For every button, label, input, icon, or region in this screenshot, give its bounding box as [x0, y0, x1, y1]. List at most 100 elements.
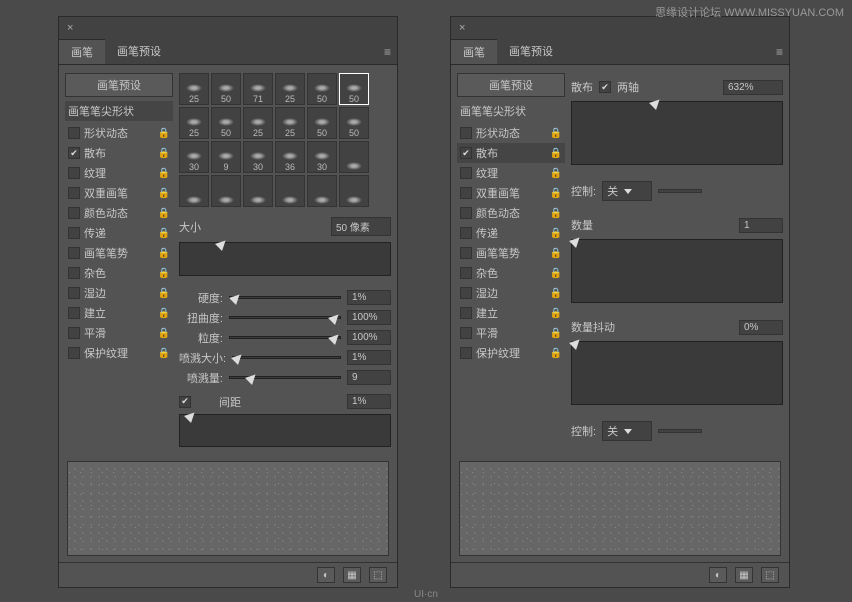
slider[interactable] — [229, 336, 341, 339]
lock-icon[interactable]: 🔒 — [550, 268, 562, 279]
checkbox[interactable] — [460, 247, 472, 259]
checkbox[interactable] — [68, 147, 80, 159]
brush-thumb[interactable]: 25 — [179, 107, 209, 139]
brush-thumb[interactable]: 25 — [243, 107, 273, 139]
checkbox[interactable] — [460, 267, 472, 279]
checkbox[interactable] — [68, 307, 80, 319]
checkbox[interactable] — [460, 127, 472, 139]
lock-icon[interactable]: 🔒 — [158, 268, 170, 279]
sidebar-item[interactable]: 湿边🔒 — [457, 283, 565, 303]
lock-icon[interactable]: 🔒 — [158, 168, 170, 179]
sidebar-item[interactable]: 保护纹理🔒 — [457, 343, 565, 363]
toggle-icon[interactable]: ◐ — [709, 567, 727, 583]
brush-thumb[interactable]: 30 — [179, 141, 209, 173]
lock-icon[interactable]: 🔒 — [550, 328, 562, 339]
lock-icon[interactable]: 🔒 — [158, 228, 170, 239]
size-slider[interactable] — [179, 242, 391, 276]
tab-presets[interactable]: 画笔预设 — [105, 39, 173, 64]
slider-value[interactable]: 1% — [347, 350, 391, 365]
sidebar-item[interactable]: 杂色🔒 — [457, 263, 565, 283]
checkbox[interactable] — [460, 307, 472, 319]
brush-thumb[interactable]: 36 — [275, 141, 305, 173]
checkbox[interactable] — [460, 227, 472, 239]
sidebar-tip-shape[interactable]: 画笔笔尖形状 — [65, 101, 173, 121]
brush-thumb[interactable]: 50 — [307, 73, 337, 105]
sidebar-item[interactable]: 湿边🔒 — [65, 283, 173, 303]
brush-thumb[interactable]: 50 — [339, 73, 369, 105]
checkbox[interactable] — [460, 327, 472, 339]
slider-value[interactable]: 100% — [347, 310, 391, 325]
checkbox[interactable] — [68, 227, 80, 239]
size-value[interactable]: 50 像素 — [331, 217, 391, 236]
sidebar-item[interactable]: 平滑🔒 — [65, 323, 173, 343]
sidebar-item[interactable]: 双重画笔🔒 — [65, 183, 173, 203]
brush-thumb[interactable] — [307, 175, 337, 207]
brush-thumb[interactable]: 30 — [307, 141, 337, 173]
brush-thumb[interactable] — [243, 175, 273, 207]
lock-icon[interactable]: 🔒 — [550, 208, 562, 219]
lock-icon[interactable]: 🔒 — [550, 148, 562, 159]
sidebar-item[interactable]: 纹理🔒 — [457, 163, 565, 183]
sidebar-item[interactable]: 形状动态🔒 — [457, 123, 565, 143]
checkbox[interactable] — [68, 127, 80, 139]
lock-icon[interactable]: 🔒 — [158, 348, 170, 359]
lock-icon[interactable]: 🔒 — [550, 188, 562, 199]
lock-icon[interactable]: 🔒 — [550, 288, 562, 299]
brush-thumb[interactable]: 25 — [275, 107, 305, 139]
lock-icon[interactable]: 🔒 — [550, 308, 562, 319]
sidebar-item[interactable]: 画笔笔势🔒 — [65, 243, 173, 263]
spacing-value[interactable]: 1% — [347, 394, 391, 409]
lock-icon[interactable]: 🔒 — [550, 228, 562, 239]
brush-thumb[interactable] — [339, 141, 369, 173]
brush-thumb[interactable]: 50 — [211, 107, 241, 139]
slider-value[interactable]: 1% — [347, 290, 391, 305]
sidebar-item[interactable]: 散布🔒 — [65, 143, 173, 163]
lock-icon[interactable]: 🔒 — [158, 288, 170, 299]
brush-thumb[interactable]: 25 — [179, 73, 209, 105]
sidebar-item[interactable]: 颜色动态🔒 — [65, 203, 173, 223]
lock-icon[interactable]: 🔒 — [550, 168, 562, 179]
sidebar-item[interactable]: 纹理🔒 — [65, 163, 173, 183]
toggle-icon[interactable]: ◐ — [317, 567, 335, 583]
checkbox[interactable] — [460, 347, 472, 359]
checkbox[interactable] — [68, 287, 80, 299]
spacing-slider[interactable] — [179, 414, 391, 448]
tab-presets[interactable]: 画笔预设 — [497, 39, 565, 64]
close-icon[interactable]: × — [63, 22, 77, 34]
scatter-value[interactable]: 632% — [723, 80, 783, 95]
brush-thumb[interactable]: 50 — [211, 73, 241, 105]
checkbox[interactable] — [460, 287, 472, 299]
checkbox[interactable] — [68, 267, 80, 279]
menu-icon[interactable]: ≡ — [776, 45, 783, 59]
lock-icon[interactable]: 🔒 — [550, 248, 562, 259]
doc-icon[interactable]: ⬚ — [369, 567, 387, 583]
sidebar-item[interactable]: 画笔笔势🔒 — [457, 243, 565, 263]
slider[interactable] — [232, 356, 341, 359]
spacing-check[interactable] — [179, 396, 191, 408]
preset-button[interactable]: 画笔预设 — [65, 73, 173, 97]
brush-thumb[interactable]: 50 — [307, 107, 337, 139]
checkbox[interactable] — [68, 247, 80, 259]
lock-icon[interactable]: 🔒 — [158, 128, 170, 139]
checkbox[interactable] — [68, 207, 80, 219]
sidebar-item[interactable]: 双重画笔🔒 — [457, 183, 565, 203]
sidebar-item[interactable]: 形状动态🔒 — [65, 123, 173, 143]
control-extra-2[interactable] — [658, 429, 702, 433]
control-extra[interactable] — [658, 189, 702, 193]
checkbox[interactable] — [68, 327, 80, 339]
slider-value[interactable]: 100% — [347, 330, 391, 345]
scatter-slider[interactable] — [571, 101, 783, 165]
preset-button[interactable]: 画笔预设 — [457, 73, 565, 97]
tab-brush[interactable]: 画笔 — [59, 39, 105, 64]
lock-icon[interactable]: 🔒 — [158, 308, 170, 319]
checkbox[interactable] — [68, 167, 80, 179]
slider[interactable] — [229, 376, 341, 379]
sidebar-item[interactable]: 保护纹理🔒 — [65, 343, 173, 363]
brush-thumb[interactable] — [339, 175, 369, 207]
count-value[interactable]: 1 — [739, 218, 783, 233]
brush-thumb[interactable] — [275, 175, 305, 207]
lock-icon[interactable]: 🔒 — [550, 348, 562, 359]
checkbox[interactable] — [460, 207, 472, 219]
brush-thumb[interactable]: 71 — [243, 73, 273, 105]
sidebar-item[interactable]: 建立🔒 — [457, 303, 565, 323]
